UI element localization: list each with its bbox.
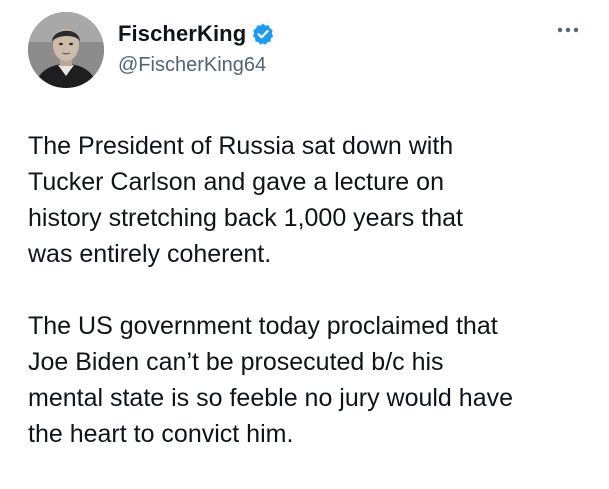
post-paragraph: The President of Russia sat down with Tu… bbox=[28, 132, 463, 268]
display-name-row: FischerKing bbox=[118, 20, 274, 48]
more-options-icon[interactable] bbox=[554, 20, 582, 40]
post-text: The President of Russia sat down with Tu… bbox=[28, 128, 593, 452]
author-handle[interactable]: @FischerKing64 bbox=[118, 52, 274, 78]
avatar[interactable] bbox=[28, 12, 104, 88]
verified-badge-icon bbox=[252, 23, 274, 45]
post-paragraph: The US government today proclaimed that … bbox=[28, 312, 513, 448]
author-display-name[interactable]: FischerKing bbox=[118, 21, 246, 47]
author-names: FischerKing @FischerKing64 bbox=[118, 20, 274, 78]
avatar-photo bbox=[28, 12, 104, 88]
post-header: FischerKing @FischerKing64 bbox=[28, 12, 588, 90]
post-card: FischerKing @FischerKing64 The President… bbox=[0, 0, 609, 489]
